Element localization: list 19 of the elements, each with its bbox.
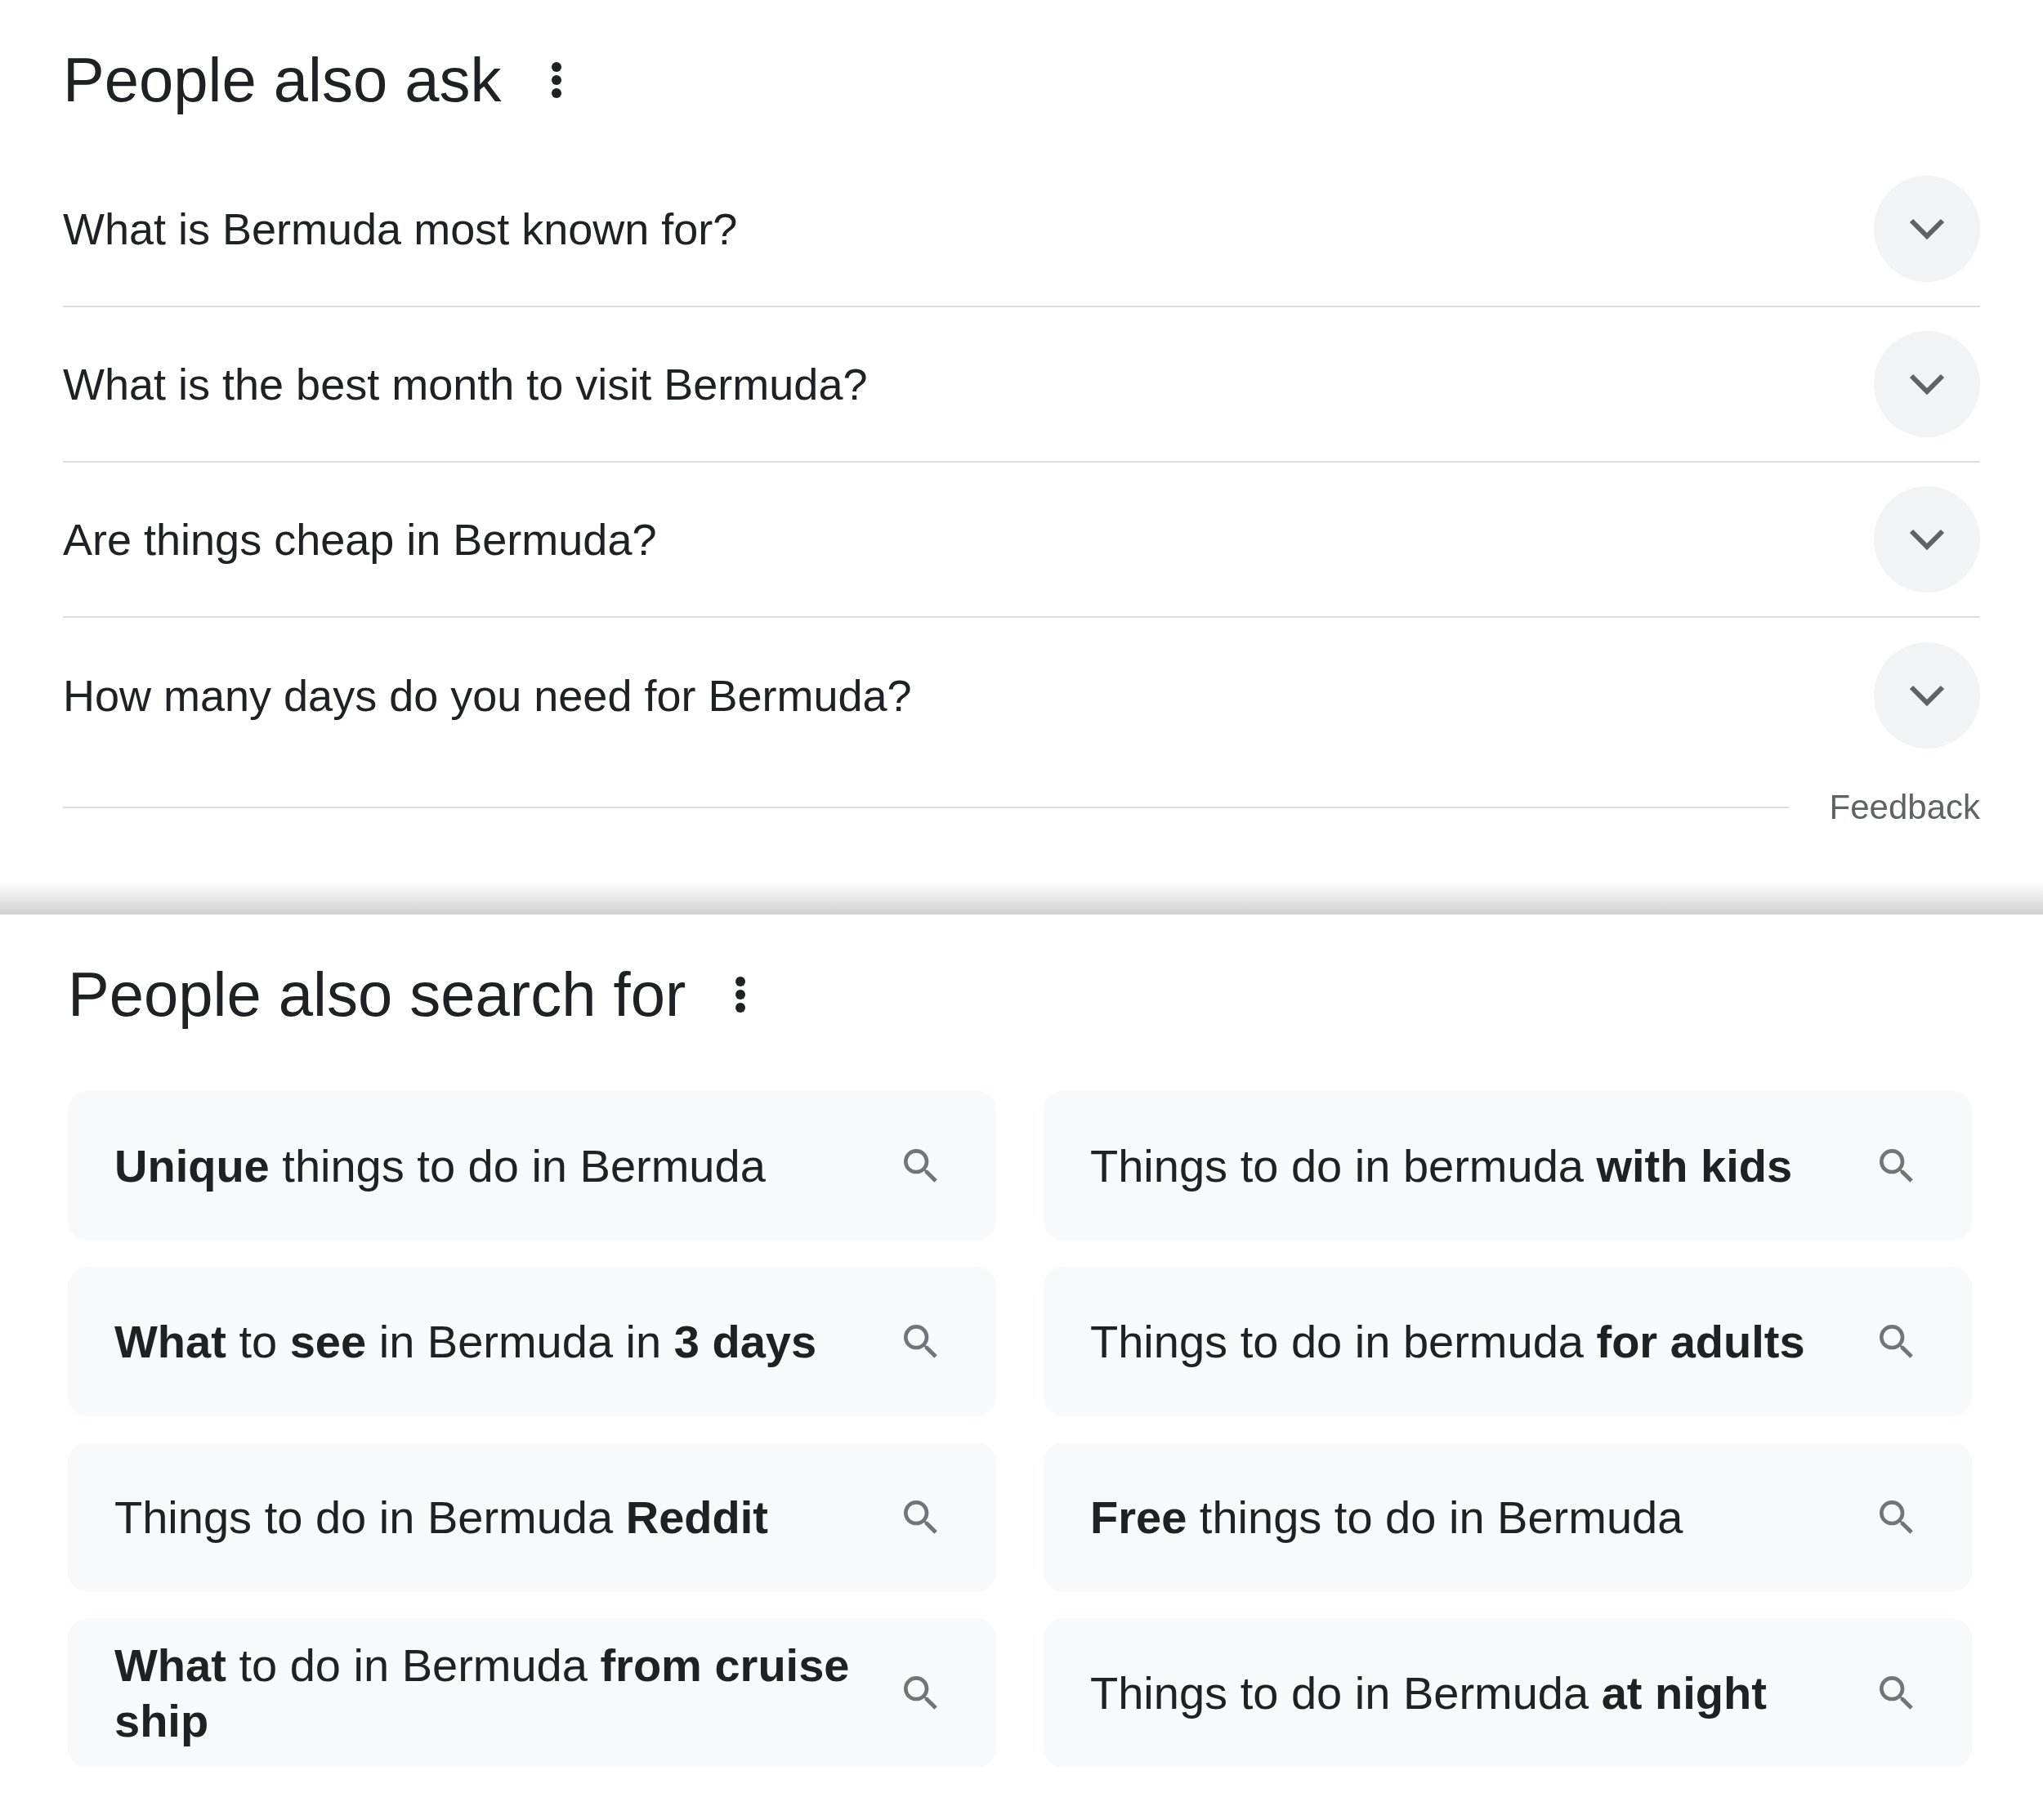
search-suggestion[interactable]: Things to do in Bermuda at night xyxy=(1044,1618,1972,1768)
more-options-icon[interactable] xyxy=(550,61,562,99)
question-row[interactable]: What is Bermuda most known for? xyxy=(63,152,1980,307)
search-suggestion[interactable]: What to see in Bermuda in 3 days xyxy=(68,1267,996,1416)
chevron-icon xyxy=(1908,373,1946,396)
chevron-icon xyxy=(1908,684,1946,707)
search-suggestion[interactable]: Unique things to do in Bermuda xyxy=(68,1091,996,1241)
question-row[interactable]: What is the best month to visit Bermuda? xyxy=(63,307,1980,463)
feedback-link[interactable]: Feedback xyxy=(1829,781,1980,833)
search-suggestion[interactable]: What to do in Bermuda from cruise ship xyxy=(68,1618,996,1768)
search-suggestion[interactable]: Things to do in Bermuda Reddit xyxy=(68,1442,996,1592)
search-suggestion[interactable]: Things to do in bermuda with kids xyxy=(1044,1091,1972,1241)
search-suggestion[interactable]: Things to do in bermuda for adults xyxy=(1044,1267,1972,1416)
question-row[interactable]: Are things cheap in Bermuda? xyxy=(63,463,1980,618)
chevron-icon xyxy=(1908,528,1946,551)
chevron-icon xyxy=(1908,217,1946,240)
more-options-icon[interactable] xyxy=(735,976,747,1013)
question-row[interactable]: How many days do you need for Bermuda? xyxy=(63,618,1980,773)
search-suggestion[interactable]: Free things to do in Bermuda xyxy=(1044,1442,1972,1592)
